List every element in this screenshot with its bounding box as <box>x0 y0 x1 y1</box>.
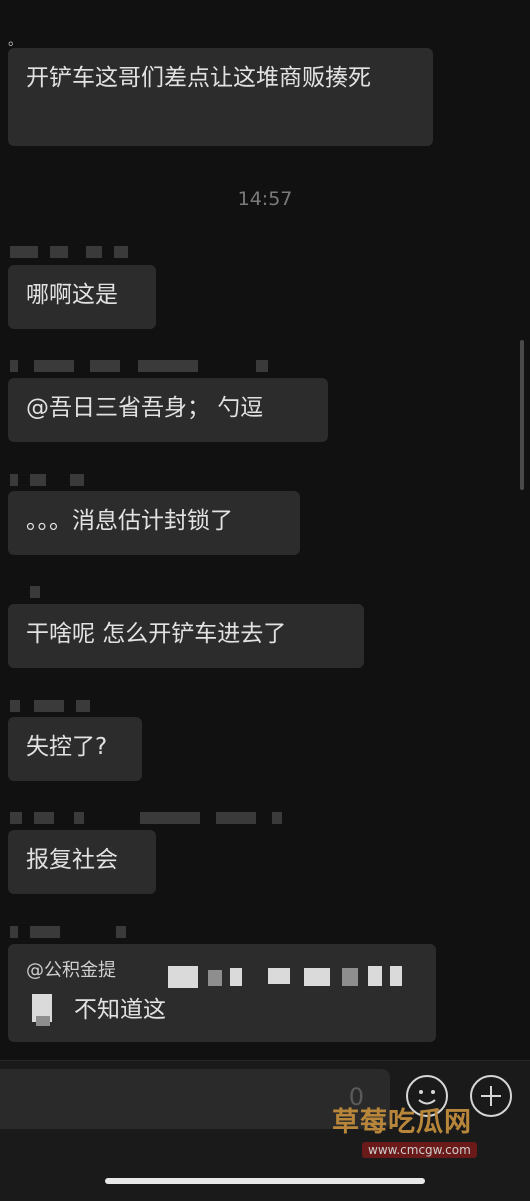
pixelated-block <box>230 968 242 986</box>
message-bubble[interactable]: 。。。消息估计封锁了 <box>8 491 300 555</box>
message-bubble[interactable]: 哪啊这是 <box>8 265 156 329</box>
pixelated-block <box>368 966 382 986</box>
message-bubble[interactable]: @公积金提 不知道这 <box>8 944 436 1042</box>
message-bubble[interactable]: 报复社会 <box>8 830 156 894</box>
message-bubble[interactable]: @吾日三省吾身； 勺逗 <box>8 378 328 442</box>
pixelated-block <box>390 966 402 986</box>
message-text: 开铲车这哥们差点让这堆商贩揍死 <box>26 65 371 91</box>
message-bubble[interactable]: 失控了? <box>8 717 142 781</box>
quoted-message: @公积金提 <box>26 960 116 981</box>
pixelated-block <box>168 966 198 988</box>
message-text: 失控了? <box>26 734 108 760</box>
home-indicator[interactable] <box>105 1178 425 1184</box>
message-text: 。。。消息估计封锁了 <box>26 508 233 534</box>
message-text: 干啥呢 怎么开铲车进去了 <box>26 621 287 647</box>
message-text: 哪啊这是 <box>26 282 118 308</box>
pixelated-block <box>268 968 290 984</box>
message-text: 报复社会 <box>26 847 118 873</box>
chat-area: 。 开铲车这哥们差点让这堆商贩揍死 14:57 哪啊这是 @吾日三省吾身； 勺逗… <box>0 0 530 1060</box>
message-bubble[interactable]: 开铲车这哥们差点让这堆商贩揍死 <box>8 48 433 146</box>
pixelated-block <box>36 1016 50 1026</box>
message-text: @吾日三省吾身； 勺逗 <box>26 395 264 421</box>
scrollbar[interactable] <box>520 340 524 490</box>
pixelated-block <box>304 968 330 986</box>
timestamp: 14:57 <box>237 188 293 210</box>
watermark-logo: 草莓吃瓜网 <box>332 1107 472 1138</box>
watermark-url: www.cmcgw.com <box>362 1142 477 1158</box>
plus-icon[interactable] <box>470 1075 512 1117</box>
message-bubble[interactable]: 干啥呢 怎么开铲车进去了 <box>8 604 364 668</box>
message-text: 不知道这 <box>74 997 166 1023</box>
top-dot: 。 <box>8 33 22 49</box>
pixelated-block <box>208 970 222 986</box>
pixelated-block <box>342 968 358 986</box>
